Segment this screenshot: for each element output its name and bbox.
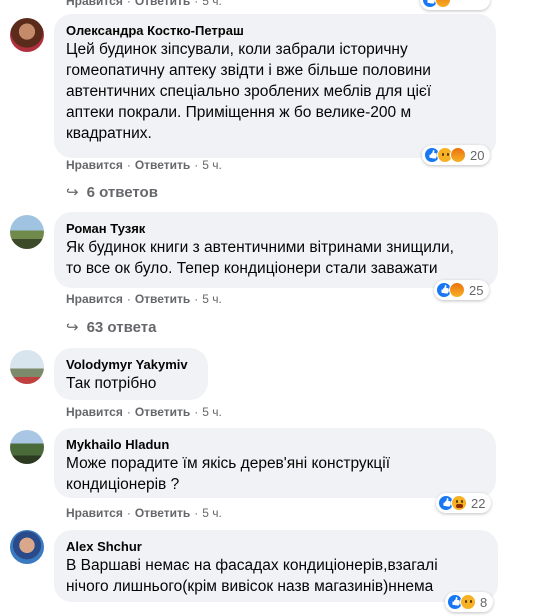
- comment-line: квадратних.: [66, 125, 152, 142]
- comment-bubble: Роман Тузяк Як будинок книги з автентичн…: [54, 212, 498, 288]
- comment-author[interactable]: Alex Shchur: [66, 538, 486, 555]
- view-replies-link[interactable]: ↪ 63 ответа: [66, 318, 156, 336]
- like-link[interactable]: Нравится: [66, 506, 123, 520]
- avatar[interactable]: [10, 350, 44, 384]
- replies-count: 6 ответов: [86, 184, 158, 201]
- reactions-summary[interactable]: 8: [445, 592, 494, 612]
- separator: ·: [194, 405, 199, 419]
- separator: ·: [194, 506, 199, 520]
- comment-line: Може порадите їм якісь дерев'яні констру…: [66, 455, 391, 472]
- separator: ·: [126, 405, 131, 419]
- separator: ·: [126, 292, 131, 306]
- comment-bubble: Alex Shchur В Варшаві немає на фасадах к…: [54, 530, 498, 602]
- like-link[interactable]: Нравится: [66, 158, 123, 172]
- reply-link[interactable]: Ответить: [135, 292, 190, 306]
- reply-arrow-icon: ↪: [66, 319, 79, 336]
- reply-link[interactable]: Ответить: [135, 158, 190, 172]
- avatar[interactable]: [10, 18, 44, 52]
- comment-actions: Нравится · Ответить · 5 ч.: [66, 506, 222, 520]
- comment-author[interactable]: Роман Тузяк: [66, 220, 486, 237]
- like-link[interactable]: Нравится: [66, 405, 123, 419]
- reaction-count: 20: [470, 147, 485, 163]
- comment-line: аптеки покрали. Приміщення ж бо велике-2…: [66, 104, 412, 121]
- timestamp: 5 ч.: [202, 506, 222, 520]
- view-replies-link[interactable]: ↪ 6 ответов: [66, 183, 158, 201]
- avatar[interactable]: [10, 530, 44, 564]
- comment-line: то все ок було. Тепер кондиціонери стали…: [66, 260, 438, 277]
- comment-bubble: Mykhailo Hladun Може порадите їм якісь д…: [54, 428, 496, 498]
- reply-link[interactable]: Ответить: [135, 506, 190, 520]
- comment-author[interactable]: Volodymyr Yakymiv: [66, 356, 196, 373]
- reactions-summary[interactable]: 22: [436, 493, 492, 513]
- comment-line: гомеопатичну аптеку звідти і вже більше …: [66, 62, 431, 79]
- comment-line: Цей будинок зіпсували, коли забрали істо…: [66, 41, 408, 58]
- reaction-count: 25: [469, 282, 484, 298]
- separator: ·: [126, 0, 131, 8]
- comment-actions: Нравится · Ответить · 5 ч.: [66, 158, 222, 172]
- comment-line: Як будинок книги з автентичними вітринам…: [66, 239, 454, 256]
- reactions-summary[interactable]: 25: [434, 280, 490, 300]
- angry-reaction-icon: [450, 147, 466, 163]
- replies-count: 63 ответа: [86, 319, 157, 336]
- separator: ·: [126, 158, 131, 172]
- reaction-count: 22: [471, 495, 486, 511]
- timestamp: 5 ч.: [202, 292, 222, 306]
- actions-row-top: Нравится · Ответить · 5 ч.: [66, 0, 222, 8]
- comment-line: нічого лишнього(крім вивісок назв магази…: [66, 578, 434, 595]
- comment-author[interactable]: Олександра Костко-Петраш: [66, 22, 484, 39]
- reply-link[interactable]: Ответить: [135, 405, 190, 419]
- comment-actions: Нравится · Ответить · 5 ч.: [66, 292, 222, 306]
- comment-line: Так потрібно: [66, 375, 157, 392]
- like-link[interactable]: Нравится: [66, 292, 123, 306]
- timestamp: 5 ч.: [202, 0, 222, 8]
- haha-reaction-icon: [451, 495, 467, 511]
- angry-reaction-icon: [435, 0, 451, 8]
- sad-reaction-icon: [460, 594, 476, 610]
- separator: ·: [194, 158, 199, 172]
- comment-line: автентичних спеціально зроблених меблів …: [66, 83, 432, 100]
- comment-bubble: Олександра Костко-Петраш Цей будинок зіп…: [54, 14, 496, 158]
- separator: ·: [194, 292, 199, 306]
- timestamp: 5 ч.: [202, 158, 222, 172]
- avatar[interactable]: [10, 215, 44, 249]
- comment-bubble: Volodymyr Yakymiv Так потрібно: [54, 348, 208, 400]
- reactions-top[interactable]: [420, 0, 490, 10]
- comment-actions: Нравится · Ответить · 5 ч.: [66, 405, 222, 419]
- avatar[interactable]: [10, 430, 44, 464]
- comment-line: В Варшаві немає на фасадах кондиціонерів…: [66, 557, 438, 574]
- separator: ·: [194, 0, 199, 8]
- reply-arrow-icon: ↪: [66, 184, 79, 201]
- reply-link[interactable]: Ответить: [135, 0, 190, 8]
- timestamp: 5 ч.: [202, 405, 222, 419]
- separator: ·: [126, 506, 131, 520]
- reaction-count: 8: [480, 594, 488, 610]
- comment-author[interactable]: Mykhailo Hladun: [66, 436, 484, 453]
- angry-reaction-icon: [449, 282, 465, 298]
- reactions-summary[interactable]: 20: [422, 145, 491, 165]
- comment-line: кондиціонерів ?: [66, 476, 180, 493]
- like-link[interactable]: Нравится: [66, 0, 123, 8]
